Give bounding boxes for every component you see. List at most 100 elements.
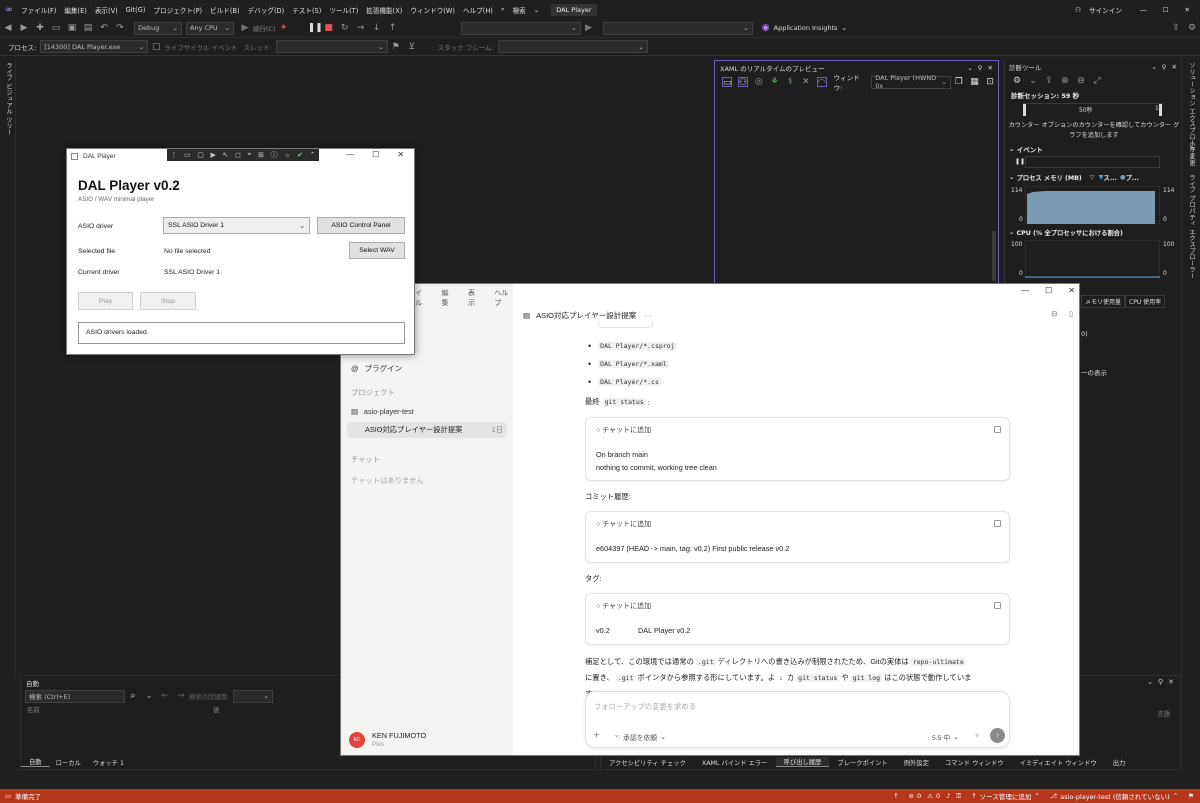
chevron-down-icon[interactable]: ⌄ [1147,678,1153,686]
lock-icon[interactable]: ⚿ [956,792,961,801]
menu-item[interactable]: 拡張機能(X) [362,5,406,15]
open-icon[interactable]: ▭ [51,23,61,33]
search-icon[interactable]: ⌕ [497,5,509,14]
send-button[interactable]: ↑ [990,728,1005,743]
notification-icon[interactable]: ⚑ [1188,792,1194,800]
copy-icon[interactable] [994,426,1001,433]
close-preview-icon[interactable]: ✕ [801,77,811,87]
square-icon[interactable]: ◻ [235,151,241,159]
thread-combo[interactable]: ⌄ [275,40,388,53]
pointer-icon[interactable]: ↖ [222,151,228,159]
minimize-button[interactable]: — [1021,286,1029,295]
check-icon[interactable]: ✔ [297,151,303,159]
menu-file[interactable]: イル [415,288,427,308]
model-dropdown[interactable]: 5.5 中 ⌄ [932,732,959,742]
run-target-icon[interactable]: ▶ [584,23,594,33]
close-button[interactable]: ✕ [397,150,404,159]
select-wav-button[interactable]: Select WAV [349,242,405,259]
layout-icon[interactable]: ⊞ [258,151,264,159]
pause-icon[interactable]: ❚❚ [308,23,323,33]
maximize-button[interactable]: ☐ [372,150,379,159]
lifecycle-button[interactable]: ライフサイクル イベント [164,42,237,52]
reset-zoom-icon[interactable]: ⤢ [1092,76,1102,86]
back-icon[interactable]: ◀ [3,23,13,33]
menu-item[interactable]: ファイル(F) [17,5,60,15]
save-icon[interactable]: ▣ [67,23,77,33]
menu-item[interactable]: プロジェクト(P) [149,5,206,15]
play-icon[interactable]: ▶ [240,23,250,33]
pin-icon[interactable]: ⚲ [1162,63,1167,71]
step-out-icon[interactable]: ↑ [388,23,398,33]
repo-name[interactable]: asio-player-test (信頼されていない) [1060,791,1169,801]
forward-icon[interactable]: → [176,691,186,701]
flag-icon[interactable]: ⚑ [391,42,401,52]
tab-watch[interactable]: ウォッチ 1 [87,758,130,767]
menu-item[interactable]: ツール(T) [325,5,362,15]
timeline-end-marker[interactable] [1159,104,1162,116]
copy-icon[interactable] [994,520,1001,527]
asio-control-panel-button[interactable]: ASIO Control Panel [317,217,405,234]
minimize-button[interactable]: — [346,150,354,159]
save-all-icon[interactable]: ▤ [83,23,93,33]
restart-icon[interactable]: ↻ [340,23,350,33]
bell-icon[interactable]: ♪ [946,792,950,800]
git-changes-tab[interactable]: Git 変更 [1187,142,1196,166]
user-profile[interactable]: KF KEN FUJIMOTO Plus [349,731,426,749]
asio-driver-select[interactable]: SSL ASIO Driver 1 ⌄ [163,217,310,234]
menu-item[interactable]: ヘルプ(H) [459,5,497,15]
stop-button[interactable]: Stop [140,292,196,310]
timeline-start-marker[interactable] [1023,104,1026,116]
followup-input[interactable]: フォローアップの変更を求める [594,702,696,712]
events-section[interactable]: ⌄ イベント [1009,144,1043,154]
config-combo[interactable]: Debug ⌄ [134,21,182,35]
select-element-icon[interactable]: ▭ [722,77,732,88]
warning-count[interactable]: 0 [936,792,940,800]
zoom-in-icon[interactable]: ⊕ [1060,76,1070,86]
warning-icon[interactable]: ⚠ [927,792,933,800]
tab-memory[interactable]: メモリ使用量 [1081,295,1126,308]
chevron-down-icon[interactable]: ⌄ [1028,76,1038,86]
memory-section[interactable]: ⌄ プロセス メモリ (MB) ▽ ▼ ス... ● プ... [1009,173,1139,182]
track-focus-icon[interactable]: ◎ [754,77,764,87]
autos-search-input[interactable]: 検索 (Ctrl+E) [25,689,125,703]
menu-item[interactable]: Git(G) [122,6,150,14]
filter-icon[interactable]: ⊻ [407,42,417,52]
zoom-out-icon[interactable]: ⊖ [1076,76,1086,86]
pin-icon[interactable]: ⚲ [1158,678,1163,686]
mic-icon[interactable]: ♆ [974,731,980,740]
stackframe-combo[interactable]: ⌄ [497,40,648,53]
accessibility-icon[interactable]: ⚕ [785,77,795,87]
copy-icon[interactable]: ❐ [954,77,964,87]
maximize-button[interactable]: ☐ [1045,286,1052,295]
undo-icon[interactable]: ↶ [99,23,109,33]
collapse-icon[interactable]: ⌃ [310,151,316,159]
new-item-icon[interactable]: ✚ [35,23,45,33]
live-property-explorer-tab[interactable]: ライブ プロパティ エクスプローラー [1187,174,1196,279]
menu-item[interactable]: 表示(V) [91,5,122,15]
bottom-tab[interactable]: 呼び出し履歴 [775,757,830,767]
wifi-icon[interactable]: ◠ [816,77,827,88]
error-count[interactable]: 0 [917,792,921,800]
search-icon[interactable]: ⌕ [128,691,138,701]
bug-icon[interactable]: ☼ [284,152,290,159]
menu-item[interactable]: 編集(E) [60,5,91,15]
cpu-section[interactable]: ⌄ CPU (% 全プロセッサにおける割合) [1009,228,1123,237]
play-button[interactable]: Play [78,292,133,310]
panel-toggle-icon[interactable]: ▯ [1069,310,1073,318]
bottom-tab[interactable]: コマンド ウィンドウ [937,758,1012,767]
process-combo[interactable]: [14300] DAL Player.exe ⌄ [40,40,149,53]
bottom-tab[interactable]: XAML バインド エラー [694,758,776,767]
forward-icon[interactable]: ▶ [19,23,29,33]
platform-combo[interactable]: Any CPU ⌄ [186,21,234,35]
menu-item[interactable]: デバッグ(D) [244,5,289,15]
bottom-tab[interactable]: アクセシビリティ チェック [601,758,694,767]
add-source-control[interactable]: ソース管理に追加 [980,791,1032,801]
plugins-item[interactable]: @ プラグイン [351,363,402,374]
menu-item[interactable]: ウィンドウ(W) [406,5,459,15]
adorner-icon[interactable]: ▢ [197,151,204,159]
select-icon[interactable]: ▭ [184,151,191,159]
settings-icon[interactable]: ⚙ [1012,76,1022,86]
info-icon[interactable]: ⓘ [270,150,277,160]
continue-button[interactable]: 続行(C) [253,23,276,33]
app-insights-button[interactable]: Application Insights [774,24,838,32]
